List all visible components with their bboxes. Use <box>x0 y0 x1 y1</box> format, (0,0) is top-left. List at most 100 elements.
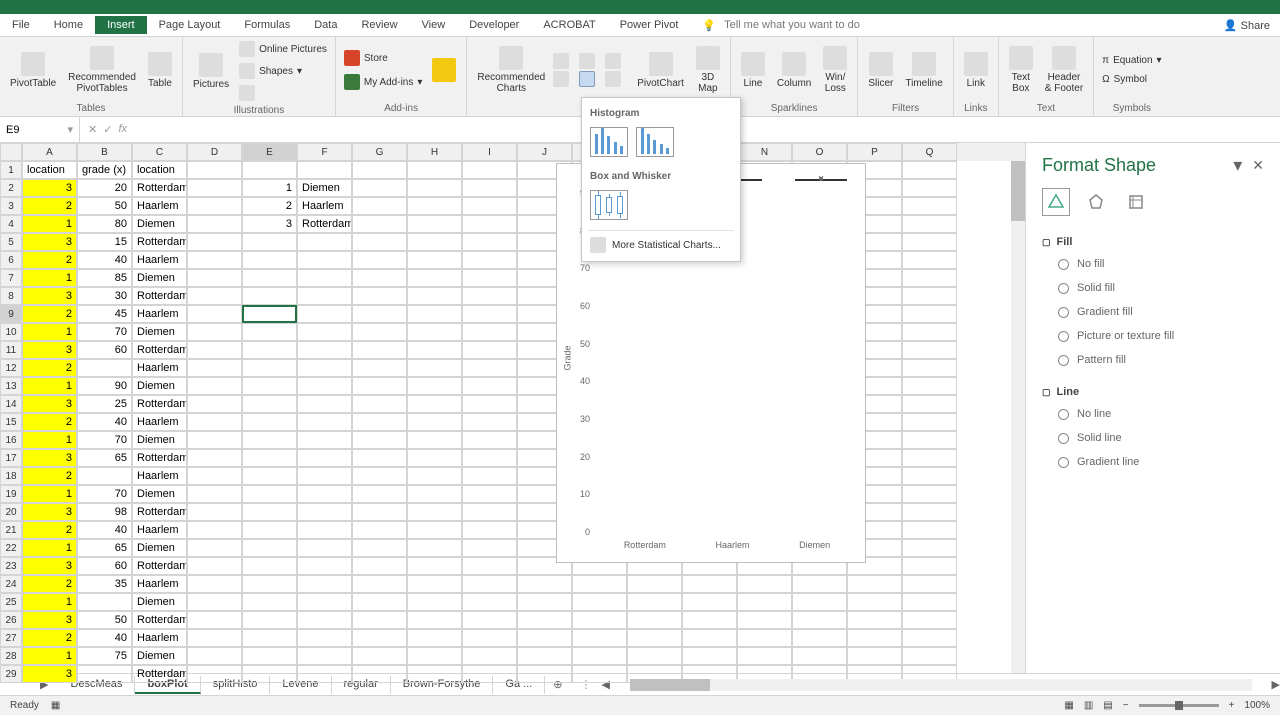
tab-pagelayout[interactable]: Page Layout <box>147 16 233 34</box>
cell-F9[interactable] <box>297 305 352 323</box>
cell-B21[interactable]: 40 <box>77 521 132 539</box>
pane-dropdown-icon[interactable]: ▾ <box>1233 155 1242 176</box>
smartart-button[interactable] <box>237 83 329 103</box>
tab-view[interactable]: View <box>410 16 458 34</box>
cell-E2[interactable]: 1 <box>242 179 297 197</box>
fx-icon[interactable]: fx <box>118 123 127 136</box>
cell-A5[interactable]: 3 <box>22 233 77 251</box>
cell-A1[interactable]: location <box>22 161 77 179</box>
cell-B25[interactable] <box>77 593 132 611</box>
enter-icon[interactable]: ✓ <box>103 123 112 136</box>
row-header-5[interactable]: 5 <box>0 233 22 251</box>
tab-formulas[interactable]: Formulas <box>232 16 302 34</box>
cell-A26[interactable]: 3 <box>22 611 77 629</box>
cell-F20[interactable] <box>297 503 352 521</box>
cell-E6[interactable] <box>242 251 297 269</box>
timeline-button[interactable]: Timeline <box>901 50 946 91</box>
cell-E25[interactable] <box>242 593 297 611</box>
link-button[interactable]: Link <box>960 50 992 91</box>
row-header-22[interactable]: 22 <box>0 539 22 557</box>
recommended-charts-button[interactable]: Recommended Charts <box>473 44 549 96</box>
cell-E4[interactable]: 3 <box>242 215 297 233</box>
zoom-out-button[interactable]: − <box>1123 700 1129 711</box>
cell-B26[interactable]: 50 <box>77 611 132 629</box>
cell-C29[interactable]: Rotterdam <box>132 665 187 683</box>
cell-B2[interactable]: 20 <box>77 179 132 197</box>
cell-B14[interactable]: 25 <box>77 395 132 413</box>
bar-chart-icon[interactable] <box>553 71 569 87</box>
col-header-J[interactable]: J <box>517 143 572 161</box>
histogram-option[interactable] <box>590 127 628 157</box>
cell-B15[interactable]: 40 <box>77 413 132 431</box>
cell-E29[interactable] <box>242 665 297 683</box>
cell-F15[interactable] <box>297 413 352 431</box>
cell-B23[interactable]: 60 <box>77 557 132 575</box>
grid[interactable]: ABCDEFGHIJKLMNOPQ 1locationgrade (x)loca… <box>0 143 1025 673</box>
cell-B6[interactable]: 40 <box>77 251 132 269</box>
col-header-N[interactable]: N <box>737 143 792 161</box>
col-header-A[interactable]: A <box>22 143 77 161</box>
cell-B29[interactable] <box>77 665 132 683</box>
line-chart-icon[interactable] <box>579 53 595 69</box>
cell-B28[interactable]: 75 <box>77 647 132 665</box>
fill-option-gradient-fill[interactable]: Gradient fill <box>1042 300 1264 324</box>
row-header-29[interactable]: 29 <box>0 665 22 683</box>
cell-A16[interactable]: 1 <box>22 431 77 449</box>
cell-C4[interactable]: Diemen <box>132 215 187 233</box>
col-header-F[interactable]: F <box>297 143 352 161</box>
cell-E17[interactable] <box>242 449 297 467</box>
cell-E22[interactable] <box>242 539 297 557</box>
cell-F28[interactable] <box>297 647 352 665</box>
row-header-18[interactable]: 18 <box>0 467 22 485</box>
col-header-C[interactable]: C <box>132 143 187 161</box>
cell-C3[interactable]: Haarlem <box>132 197 187 215</box>
cell-E9[interactable] <box>242 305 297 323</box>
cell-E5[interactable] <box>242 233 297 251</box>
cell-C7[interactable]: Diemen <box>132 269 187 287</box>
col-header-B[interactable]: B <box>77 143 132 161</box>
cell-A17[interactable]: 3 <box>22 449 77 467</box>
line-option-gradient-line[interactable]: Gradient line <box>1042 450 1264 474</box>
cell-B18[interactable] <box>77 467 132 485</box>
row-header-24[interactable]: 24 <box>0 575 22 593</box>
cell-A25[interactable]: 1 <box>22 593 77 611</box>
cell-A11[interactable]: 3 <box>22 341 77 359</box>
name-box[interactable]: E9▾ <box>0 117 80 142</box>
cell-C23[interactable]: Rotterdam <box>132 557 187 575</box>
cell-B9[interactable]: 45 <box>77 305 132 323</box>
cell-F17[interactable] <box>297 449 352 467</box>
cell-C22[interactable]: Diemen <box>132 539 187 557</box>
cell-C5[interactable]: Rotterdam <box>132 233 187 251</box>
cell-C9[interactable]: Haarlem <box>132 305 187 323</box>
horizontal-scrollbar[interactable] <box>630 679 1252 691</box>
statistical-chart-icon[interactable] <box>579 71 595 87</box>
row-header-27[interactable]: 27 <box>0 629 22 647</box>
cell-E16[interactable] <box>242 431 297 449</box>
fill-option-solid-fill[interactable]: Solid fill <box>1042 276 1264 300</box>
pie-chart-icon[interactable] <box>605 53 621 69</box>
cell-F29[interactable] <box>297 665 352 683</box>
cell-F7[interactable] <box>297 269 352 287</box>
row-header-9[interactable]: 9 <box>0 305 22 323</box>
row-header-10[interactable]: 10 <box>0 323 22 341</box>
cell-A9[interactable]: 2 <box>22 305 77 323</box>
hscroll-right[interactable]: ▶ <box>1272 678 1280 691</box>
cell-C19[interactable]: Diemen <box>132 485 187 503</box>
sparkline-line-button[interactable]: Line <box>737 50 769 91</box>
cell-A8[interactable]: 3 <box>22 287 77 305</box>
row-header-2[interactable]: 2 <box>0 179 22 197</box>
cell-C11[interactable]: Rotterdam <box>132 341 187 359</box>
cell-C21[interactable]: Haarlem <box>132 521 187 539</box>
cell-A10[interactable]: 1 <box>22 323 77 341</box>
cell-E24[interactable] <box>242 575 297 593</box>
tab-review[interactable]: Review <box>349 16 409 34</box>
cell-F24[interactable] <box>297 575 352 593</box>
cell-C28[interactable]: Diemen <box>132 647 187 665</box>
cell-C15[interactable]: Haarlem <box>132 413 187 431</box>
fill-option-no-fill[interactable]: No fill <box>1042 252 1264 276</box>
combo-chart-icon[interactable] <box>605 71 621 87</box>
cell-A23[interactable]: 3 <box>22 557 77 575</box>
cell-F23[interactable] <box>297 557 352 575</box>
cell-A3[interactable]: 2 <box>22 197 77 215</box>
col-header-I[interactable]: I <box>462 143 517 161</box>
